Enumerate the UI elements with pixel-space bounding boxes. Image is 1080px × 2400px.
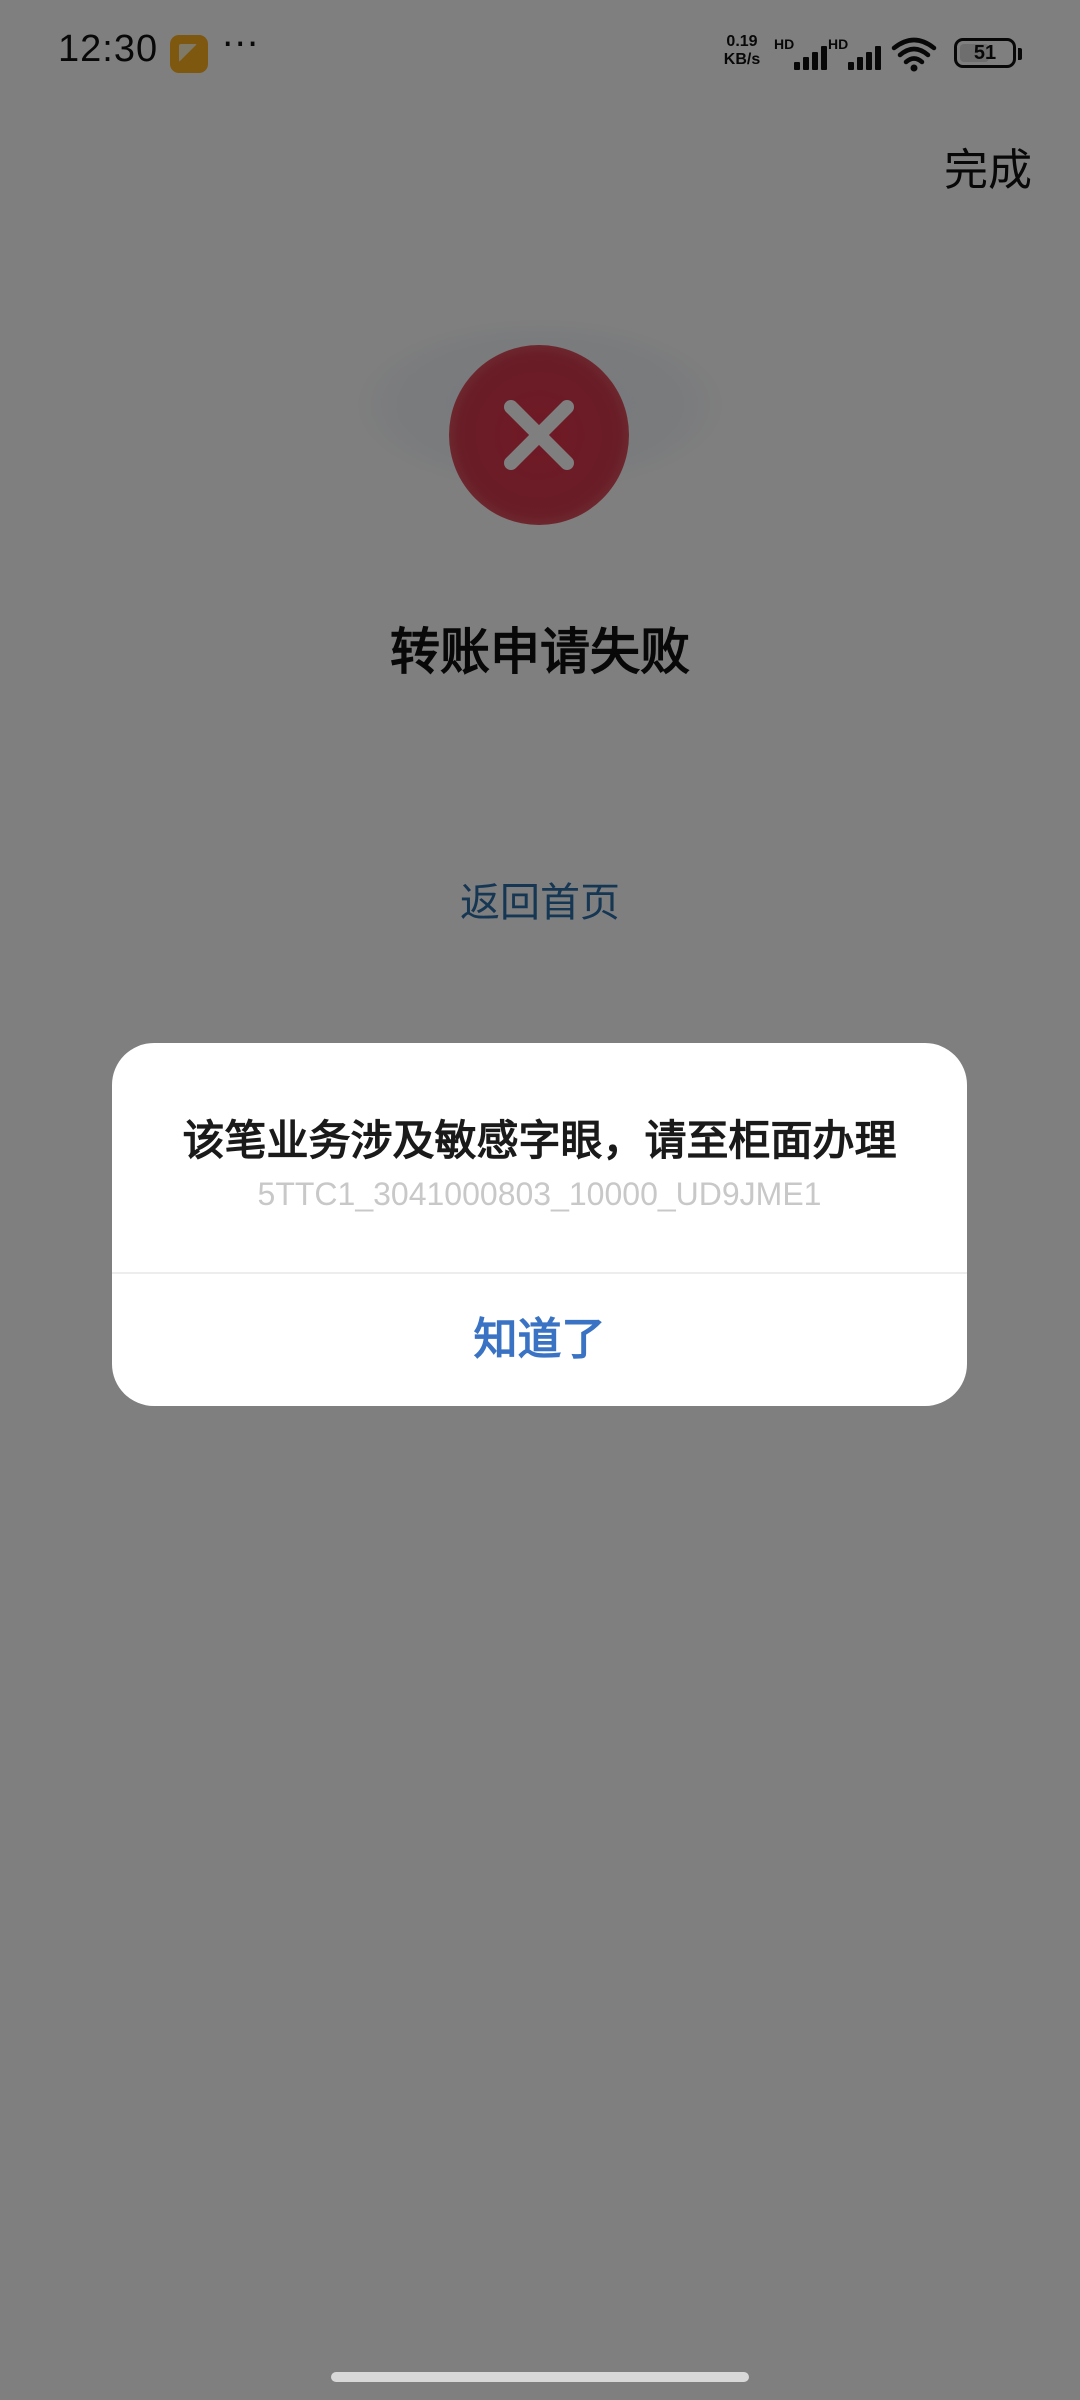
dialog-message: 该笔业务涉及敏感字眼，请至柜面办理	[182, 1116, 897, 1165]
acknowledge-button[interactable]: 知道了	[112, 1274, 967, 1406]
alert-dialog: 该笔业务涉及敏感字眼，请至柜面办理 5TTC1_3041000803_10000…	[112, 1043, 967, 1406]
dialog-error-code: 5TTC1_3041000803_10000_UD9JME1	[257, 1176, 822, 1212]
home-indicator[interactable]	[331, 2372, 749, 2382]
